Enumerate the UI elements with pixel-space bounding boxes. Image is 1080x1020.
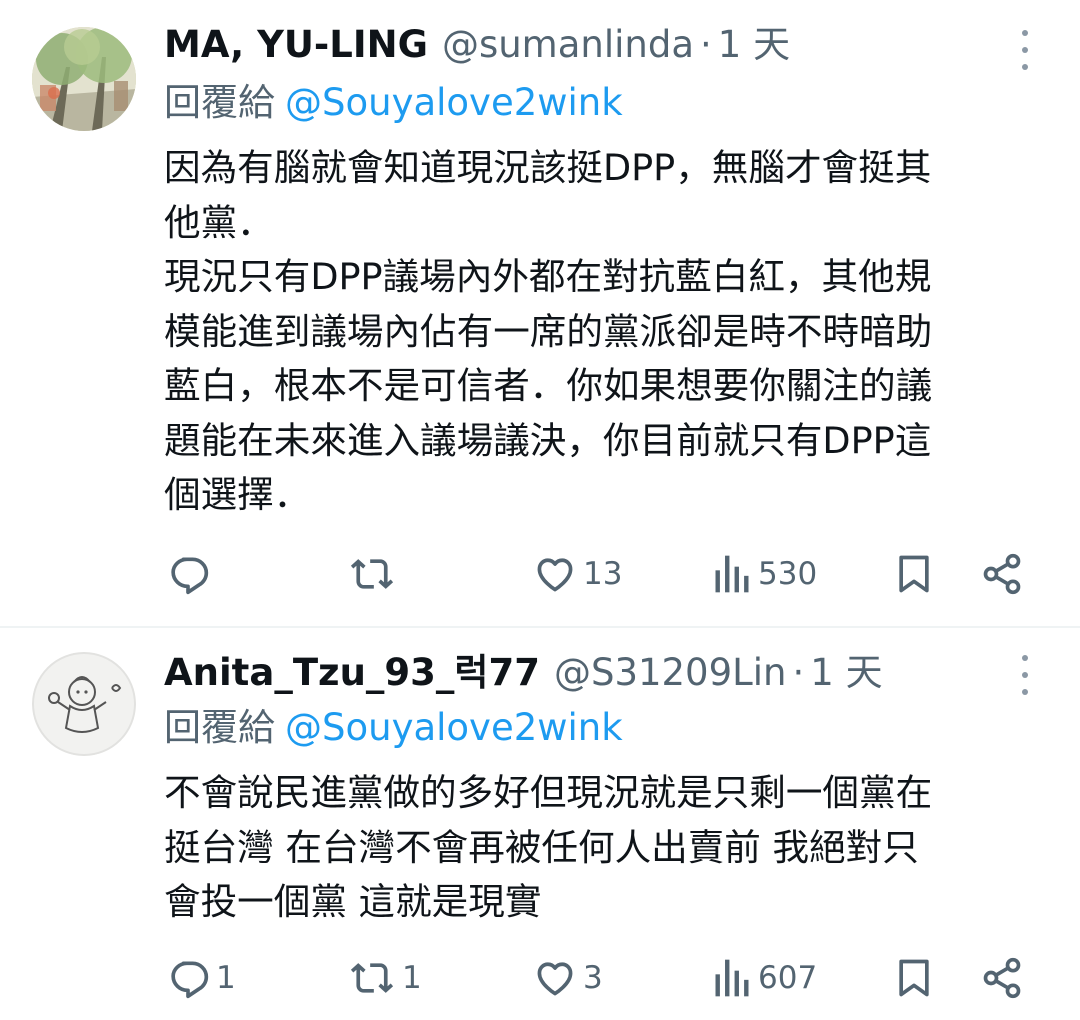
share-icon [980,956,1024,1000]
tweet-header: MA, YU-LING @sumanlinda · 1 天 [164,17,960,73]
avatar[interactable] [32,652,136,756]
reply-button[interactable] [166,544,216,604]
tweet-text-line: 題能在未來進入議場議決，你目前就只有DPP這 [164,418,932,462]
separator: · [792,651,805,694]
reply-icon [166,956,210,1000]
display-name[interactable]: Anita_Tzu_93_럭77 [164,645,540,701]
like-button[interactable]: 13 [533,544,622,604]
views-button[interactable]: 607 [712,948,817,1008]
like-button[interactable]: 3 [533,948,603,1008]
more-vertical-icon[interactable] [1010,30,1040,70]
bookmark-button[interactable] [892,544,936,604]
share-icon [980,552,1024,596]
tweet[interactable]: MA, YU-LING @sumanlinda · 1 天 回覆給 @Souyal… [0,0,1080,628]
display-name[interactable]: MA, YU-LING [164,17,428,73]
retweet-button[interactable]: 1 [348,948,422,1008]
views-icon [712,552,752,596]
tweet-text-line: 不會說民進黨做的多好但現況就是只剩一個黨在 [164,771,933,814]
tweet-text-line: 模能進到議場內佔有一席的黨派卻是時不時暗助 [164,309,933,353]
reply-handle-link[interactable]: @Souyalove2wink [285,706,623,749]
reply-count: 1 [216,960,236,996]
retweet-icon [348,956,396,1000]
reply-context: 回覆給 @Souyalove2wink [164,75,1040,131]
timestamp[interactable]: 1 天 [810,645,882,701]
view-count: 607 [758,960,818,996]
tweet-text-line: 他黨． [164,200,274,244]
like-icon [533,956,577,1000]
tweet[interactable]: Anita_Tzu_93_럭77 @S31209Lin · 1 天 回覆給 @So… [0,628,1080,1020]
share-button[interactable] [980,544,1024,604]
tweet-text-line: 會投一個黨 這就是現實 [164,880,542,923]
like-icon [533,552,577,596]
reply-label: 回覆給 [164,81,275,124]
bookmark-icon [892,956,936,1000]
user-handle[interactable]: @sumanlinda [442,17,694,73]
tweet-text: 不會說民進黨做的多好但現況就是只剩一個黨在 挺台灣 在台灣不會再被任何人出賣前 … [164,766,1054,930]
retweet-button[interactable] [348,544,402,604]
views-button[interactable]: 530 [712,544,817,604]
reply-icon [166,552,210,596]
reply-button[interactable]: 1 [166,948,236,1008]
tweet-text-line: 挺台灣 在台灣不會再被任何人出賣前 我絕對只 [164,825,919,869]
tweet-text-line: 個選擇． [164,473,311,516]
tweet-text-line: 因為有腦就會知道現況該挺DPP，無腦才會挺其 [164,146,932,189]
action-bar: 13 530 [0,544,1080,604]
user-handle[interactable]: @S31209Lin [554,645,787,701]
bookmark-button[interactable] [892,948,936,1008]
reply-handle-link[interactable]: @Souyalove2wink [285,81,623,124]
action-bar: 1 1 3 607 [0,948,1080,1008]
separator: · [700,23,712,66]
bookmark-icon [892,552,936,596]
reply-label: 回覆給 [164,706,275,749]
tweet-text: 因為有腦就會知道現況該挺DPP，無腦才會挺其 他黨． 現況只有DPP議場內外都在… [164,141,1054,523]
view-count: 530 [758,556,818,592]
tweet-text-line: 現況只有DPP議場內外都在對抗藍白紅，其他規 [164,255,932,298]
like-count: 3 [583,960,603,996]
timestamp[interactable]: 1 天 [718,17,790,73]
tweet-header: Anita_Tzu_93_럭77 @S31209Lin · 1 天 [164,645,960,701]
like-count: 13 [583,556,623,592]
tweet-text-line: 藍白，根本不是可信者．你如果想要你關注的議 [164,364,933,407]
share-button[interactable] [980,948,1024,1008]
avatar[interactable] [32,27,136,131]
views-icon [712,956,752,1000]
reply-context: 回覆給 @Souyalove2wink [164,700,1040,756]
retweet-count: 1 [402,960,422,996]
more-vertical-icon[interactable] [1010,655,1040,695]
retweet-icon [348,552,396,596]
